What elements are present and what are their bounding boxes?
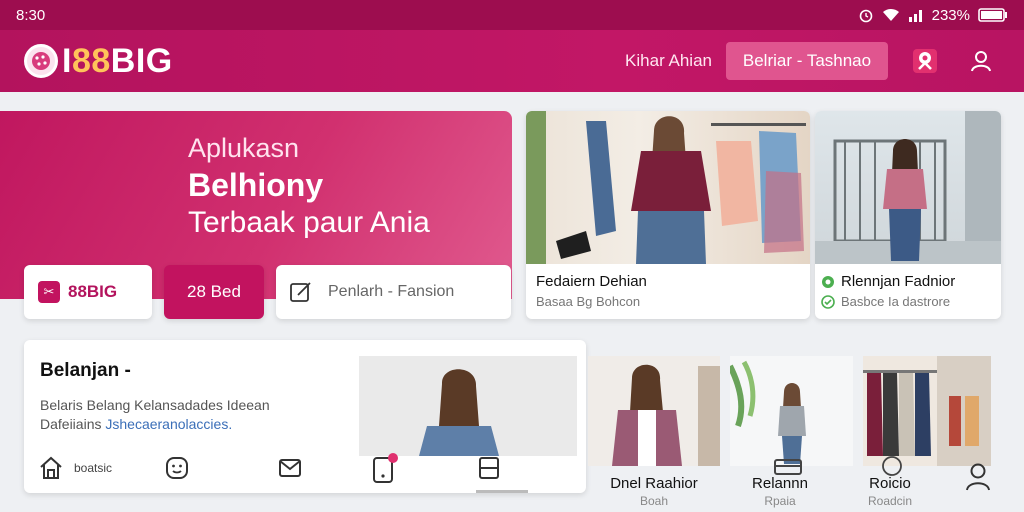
wifi-icon [882, 8, 899, 21]
logo-text: I88BIG [62, 42, 173, 81]
logo-prefix: I [62, 41, 72, 80]
featured-subtitle-2-text: Basbce Ia dastrore [841, 294, 951, 309]
search-chip[interactable]: Penlarh - Fansion [276, 265, 511, 319]
brand-chip[interactable]: ✂ 88BIG [24, 265, 152, 319]
profile-icon[interactable] [962, 42, 1000, 80]
product-photo-2[interactable] [730, 356, 853, 466]
leaf-icon [822, 275, 834, 288]
smile-icon [166, 457, 188, 479]
phone-badge-icon [373, 453, 398, 483]
featured-card-1[interactable]: Fedaiern Dehian Basaa Bg Bohcon [526, 111, 810, 319]
product-label-3[interactable]: Roicio [850, 475, 930, 492]
product-sub-3: Roadcin [867, 494, 913, 508]
alarm-icon [859, 9, 872, 23]
product-label-2[interactable]: Relannn [730, 475, 830, 492]
logo-badge-icon [24, 44, 58, 78]
mail-icon [279, 459, 301, 477]
product-sub-2: Rpaia [764, 494, 796, 508]
nav-bookmarks[interactable] [476, 455, 502, 481]
scissors-icon: ✂ [38, 281, 60, 303]
nav-emoji[interactable] [164, 455, 190, 481]
bookmark-icon [479, 457, 499, 479]
brand-logo[interactable]: I88BIG [24, 42, 173, 81]
promo-desc-accent: Jshecaeranolaccies. [105, 416, 233, 432]
hero-line-2: Belhiony [188, 167, 324, 203]
nav-notifications[interactable] [370, 452, 398, 484]
header-tab[interactable]: Belriar - Tashnao [726, 42, 888, 80]
gift-icon[interactable] [906, 42, 944, 80]
product-photo-1[interactable] [588, 356, 720, 466]
account-icon[interactable] [964, 462, 992, 497]
logo-gold: 88 [71, 41, 111, 80]
featured-title-2: Rlennjan Fadnior [821, 273, 955, 290]
status-time: 8:30 [16, 6, 46, 24]
nav-home[interactable]: boatsic [38, 455, 112, 481]
check-icon [821, 294, 835, 309]
hero-text: Aplukasn Belhiony Terbaak paur Ania [188, 133, 430, 240]
status-icons: 233% [858, 7, 1008, 24]
featured-photo-1 [526, 111, 810, 264]
logo-suffix: BIG [110, 41, 173, 80]
nav-home-label: boatsic [74, 461, 113, 475]
featured-photo-2 [815, 111, 1001, 264]
product-label-1[interactable]: Dnel Raahior [588, 475, 720, 492]
brand-chip-label: 88BIG [68, 282, 118, 301]
promo-desc-plain: Dafeiiains [40, 416, 106, 432]
signal-icon [908, 10, 922, 22]
hero-line-1: Aplukasn [188, 133, 300, 163]
home-icon [40, 456, 62, 479]
search-chip-label: Penlarh - Fansion [328, 283, 455, 300]
hero-line-3: Terbaak paur Ania [188, 206, 430, 239]
featured-subtitle-2: Basbce Ia dastrore [821, 294, 950, 309]
battery-percent: 233% [931, 6, 970, 24]
featured-card-2[interactable]: Rlennjan Fadnior Basbce Ia dastrore [815, 111, 1001, 319]
promo-desc-line-1: Belaris Belang Kelansadades Ideean [40, 397, 270, 413]
battery-icon [978, 8, 1007, 22]
featured-title-2-text: Rlennjan Fadnior [841, 273, 956, 290]
promo-description: Belaris Belang Kelansadades Ideean Dafei… [40, 396, 340, 434]
header-link[interactable]: Kihar Ahian [625, 51, 712, 71]
featured-title-1: Fedaiern Dehian [536, 273, 647, 290]
featured-subtitle-1: Basaa Bg Bohcon [536, 294, 641, 309]
nav-divider [476, 490, 528, 493]
promo-photo [359, 356, 577, 456]
promo-desc-line-2: Dafeiiains Jshecaeranolaccies. [40, 415, 340, 434]
product-sub-1: Boah [639, 494, 669, 508]
product-photo-3[interactable] [863, 356, 991, 466]
promo-title: Belanjan - [40, 360, 131, 381]
edit-icon [290, 282, 311, 302]
active-chip[interactable]: 28 Bed [164, 265, 264, 319]
app-header: I88BIG Kihar Ahian Belriar - Tashnao [0, 30, 1024, 92]
header-actions: Kihar Ahian Belriar - Tashnao [625, 42, 1000, 80]
nav-messages[interactable] [277, 455, 303, 481]
status-bar: 8:30 233% [0, 0, 1024, 30]
